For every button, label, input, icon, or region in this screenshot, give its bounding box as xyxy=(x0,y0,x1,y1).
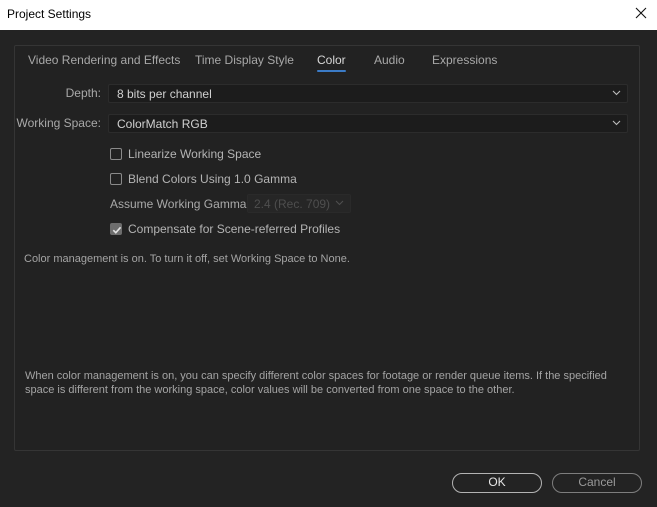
checkbox-checked[interactable] xyxy=(110,223,122,235)
chevron-down-icon xyxy=(335,200,344,206)
working-gamma-dropdown: 2.4 (Rec. 709) xyxy=(247,194,351,213)
checkbox-label: Linearize Working Space xyxy=(128,147,262,161)
tab-time-display-style[interactable]: Time Display Style xyxy=(195,53,294,67)
tab-label: Time Display Style xyxy=(195,53,294,67)
depth-label: Depth: xyxy=(65,86,101,100)
checkbox-unchecked[interactable] xyxy=(110,148,122,160)
checkmark-icon xyxy=(112,226,122,234)
tab-video-rendering-and-effects[interactable]: Video Rendering and Effects xyxy=(28,53,180,67)
color-management-info-note: When color management is on, you can spe… xyxy=(25,370,607,396)
checkbox-label: Blend Colors Using 1.0 Gamma xyxy=(128,172,297,186)
chevron-down-icon xyxy=(612,90,621,96)
working-gamma-value: 2.4 (Rec. 709) xyxy=(254,197,331,211)
assume-working-gamma-label: Assume Working Gamma: xyxy=(110,197,250,211)
tab-color[interactable]: Color xyxy=(317,53,346,72)
working-space-label: Working Space: xyxy=(16,116,102,130)
tab-label: Color xyxy=(317,53,346,67)
checkbox-unchecked[interactable] xyxy=(110,173,122,185)
checkbox-label: Compensate for Scene-referred Profiles xyxy=(128,222,341,236)
active-tab-indicator xyxy=(317,70,346,72)
title-bar: Project Settings xyxy=(0,0,657,30)
close-icon[interactable] xyxy=(633,5,649,21)
working-space-dropdown[interactable]: ColorMatch RGB xyxy=(108,114,628,133)
working-space-value: ColorMatch RGB xyxy=(117,117,208,131)
depth-value: 8 bits per channel xyxy=(117,87,212,101)
tab-label: Video Rendering and Effects xyxy=(28,53,181,67)
tab-label: Audio xyxy=(374,53,405,67)
tab-label: Expressions xyxy=(432,53,498,67)
window-title: Project Settings xyxy=(7,7,92,21)
ok-button[interactable]: OK xyxy=(452,473,542,493)
color-management-status-note: Color management is on. To turn it off, … xyxy=(24,253,350,265)
settings-panel: Video Rendering and Effects Time Display… xyxy=(14,45,640,451)
chevron-down-icon xyxy=(612,120,621,126)
tab-audio[interactable]: Audio xyxy=(374,53,405,67)
tab-bar: Video Rendering and Effects Time Display… xyxy=(15,46,639,76)
cancel-button[interactable]: Cancel xyxy=(552,473,642,493)
tab-expressions[interactable]: Expressions xyxy=(432,53,497,67)
depth-dropdown[interactable]: 8 bits per channel xyxy=(108,84,628,103)
